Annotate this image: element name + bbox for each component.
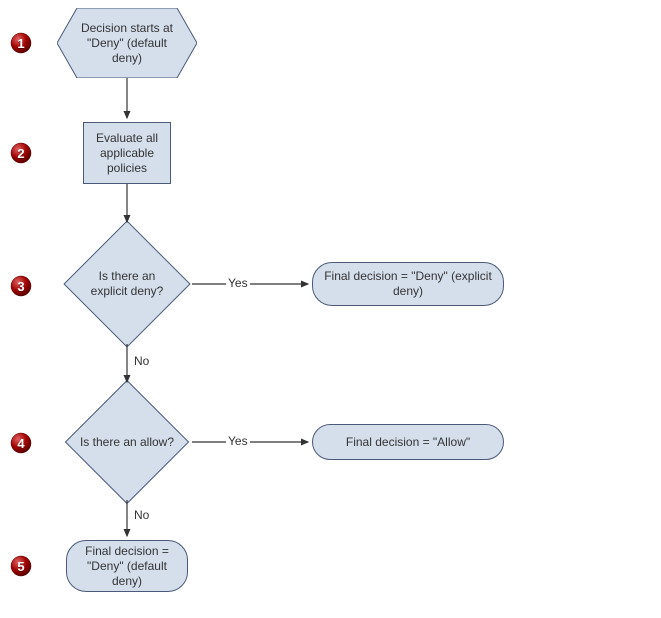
arrows-layer <box>0 0 661 618</box>
flowchart-canvas: 1 2 3 4 5 Decision starts at "Deny" (def… <box>0 0 661 618</box>
edge-label-no-2: No <box>132 508 151 522</box>
edge-label-yes-2: Yes <box>226 434 250 448</box>
edge-label-no-1: No <box>132 354 151 368</box>
edge-label-yes-1: Yes <box>226 276 250 290</box>
